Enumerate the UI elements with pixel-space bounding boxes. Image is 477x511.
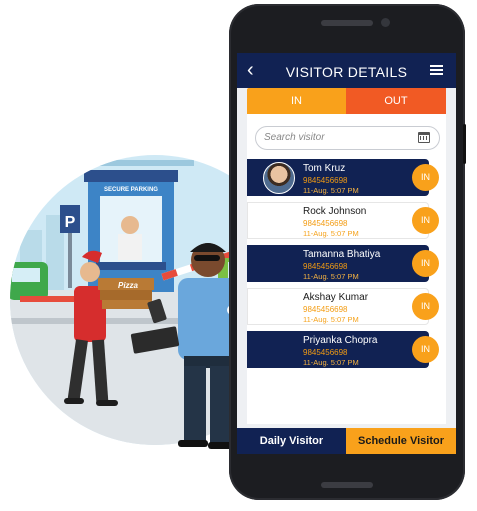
app-header: ‹ VISITOR DETAILS: [237, 53, 456, 88]
visitor-name: Rock Johnson: [303, 206, 367, 217]
visitor-avatar: [263, 162, 295, 194]
visitor-row[interactable]: Rock Johnson 9845456698 11-Aug. 5:07 PM …: [247, 202, 439, 239]
phone-home-bar: [321, 482, 373, 488]
visitor-row[interactable]: Tamanna Bhatiya 9845456698 11-Aug. 5:07 …: [247, 245, 439, 282]
pizza-box-label: Pizza: [118, 281, 139, 290]
visitor-in-button[interactable]: IN: [412, 164, 439, 191]
visitor-row[interactable]: Akshay Kumar 9845456698 11-Aug. 5:07 PM …: [247, 288, 439, 325]
visitor-phone: 9845456698: [303, 348, 348, 357]
parking-p-icon: P: [65, 214, 76, 231]
visitor-in-button[interactable]: IN: [412, 336, 439, 363]
visitor-time: 11-Aug. 5:07 PM: [303, 229, 359, 238]
visitor-in-button[interactable]: IN: [412, 293, 439, 320]
visitor-time: 11-Aug. 5:07 PM: [303, 186, 359, 195]
tab-bar: IN OUT: [247, 88, 446, 119]
visitor-name: Tamanna Bhatiya: [303, 249, 381, 260]
visitor-in-button[interactable]: IN: [412, 250, 439, 277]
visitor-phone: 9845456698: [303, 219, 348, 228]
visitor-row[interactable]: Priyanka Chopra 9845456698 11-Aug. 5:07 …: [247, 331, 439, 368]
visitor-name: Akshay Kumar: [303, 292, 369, 303]
visitor-in-button[interactable]: IN: [412, 207, 439, 234]
bottom-tab-bar: Daily Visitor Schedule Visitor: [237, 428, 456, 454]
tab-in[interactable]: IN: [247, 88, 346, 119]
phone-screen: ‹ VISITOR DETAILS IN OUT Search visitor …: [237, 53, 456, 454]
visitor-name: Priyanka Chopra: [303, 335, 378, 346]
visitor-time: 11-Aug. 5:07 PM: [303, 272, 359, 281]
phone-side-button: [463, 124, 466, 164]
phone-speaker: [321, 20, 373, 26]
visitor-phone: 9845456698: [303, 262, 348, 271]
daily-visitor-button[interactable]: Daily Visitor: [237, 428, 346, 454]
visitor-time: 11-Aug. 5:07 PM: [303, 315, 359, 324]
visitor-row[interactable]: Tom Kruz 9845456698 11-Aug. 5:07 PM IN: [247, 159, 439, 196]
hamburger-menu-icon[interactable]: [430, 65, 443, 75]
visitor-time: 11-Aug. 5:07 PM: [303, 358, 359, 367]
visitor-name: Tom Kruz: [303, 163, 346, 174]
secure-parking-sign: SECURE PARKING: [104, 187, 158, 193]
visitor-panel: Search visitor Tom Kruz 9845456698 11-Au…: [247, 114, 446, 424]
page-title: VISITOR DETAILS: [285, 64, 408, 80]
tab-out[interactable]: OUT: [346, 88, 446, 114]
search-visitor-input[interactable]: Search visitor: [255, 126, 440, 150]
visitor-phone: 9845456698: [303, 176, 348, 185]
visitor-phone: 9845456698: [303, 305, 348, 314]
search-placeholder: Search visitor: [264, 132, 325, 143]
schedule-visitor-button[interactable]: Schedule Visitor: [346, 428, 456, 454]
phone-camera: [381, 18, 390, 27]
calendar-icon[interactable]: [418, 132, 430, 143]
